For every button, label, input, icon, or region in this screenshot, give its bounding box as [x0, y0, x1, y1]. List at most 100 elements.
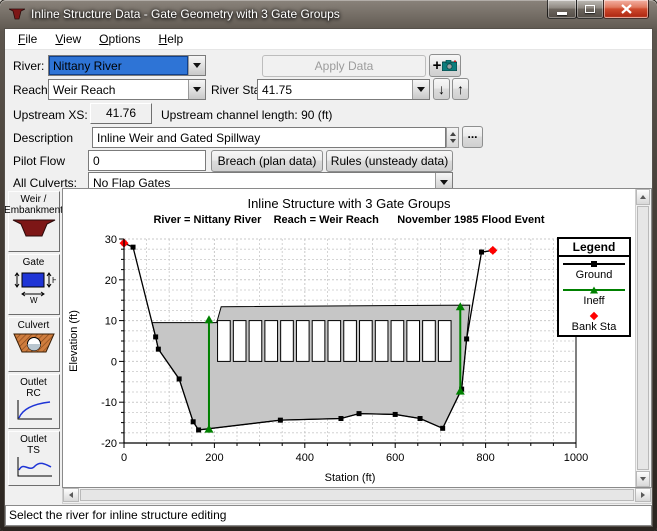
horizontal-scroll-thumb[interactable] — [80, 489, 634, 501]
description-input[interactable] — [92, 127, 446, 148]
culvert-button[interactable]: Culvert — [8, 317, 60, 372]
chart-column: Inline Structure with 3 Gate Groups Rive… — [62, 188, 652, 504]
maximize-icon — [585, 5, 595, 13]
river-label: River: — [13, 59, 44, 73]
gate-button[interactable]: Gate H W — [8, 254, 60, 315]
description-ellipsis-button[interactable]: ... — [462, 126, 483, 148]
rules-button[interactable]: Rules (unsteady data) ... — [326, 150, 453, 172]
chart-subtitle: River = Nittany River Reach = Weir Reach… — [63, 214, 635, 226]
menu-help[interactable]: Help — [150, 30, 193, 48]
window-frame: Inline Structure Data - Gate Geometry wi… — [0, 0, 657, 531]
svg-text:Station (ft): Station (ft) — [325, 472, 376, 484]
river-selected-value: Nittany River — [49, 56, 188, 75]
svg-text:20: 20 — [105, 275, 117, 287]
outlet-ts-label2: TS — [27, 445, 40, 456]
svg-text:1000: 1000 — [564, 452, 588, 464]
spinner-down-icon — [450, 139, 456, 143]
minimize-button[interactable] — [547, 0, 577, 19]
river-sta-value: 41.75 — [258, 80, 412, 99]
main-area: Weir / Embankment Gate H W — [5, 188, 652, 504]
triangle-marker-icon — [590, 287, 598, 294]
close-icon — [621, 4, 632, 14]
scroll-left-icon — [69, 492, 73, 498]
svg-text:0: 0 — [111, 356, 117, 368]
svg-text:H: H — [52, 276, 56, 285]
scroll-down-button[interactable] — [636, 471, 650, 487]
spinner-up-icon — [450, 132, 456, 136]
legend-ground-label: Ground — [559, 269, 629, 283]
description-spinner[interactable] — [446, 127, 459, 148]
legend-banksta-symbol — [563, 311, 625, 321]
title-bar: Inline Structure Data - Gate Geometry wi… — [0, 0, 657, 28]
svg-text:800: 800 — [476, 452, 494, 464]
sidebar: Weir / Embankment Gate H W — [5, 188, 62, 504]
move-upstream-button[interactable]: ↑ — [452, 78, 469, 100]
svg-text:0: 0 — [121, 452, 127, 464]
chevron-down-icon — [440, 180, 448, 185]
upstream-length-text: Upstream channel length: 90 (ft) — [161, 108, 332, 122]
pilot-flow-label: Pilot Flow — [13, 154, 65, 168]
outlet-rc-label2: RC — [26, 388, 40, 399]
app-weir-icon — [9, 7, 25, 21]
upstream-xs-value: 41.76 — [90, 103, 152, 124]
close-button[interactable] — [603, 0, 649, 19]
square-marker-icon — [591, 261, 597, 267]
vertical-scroll-thumb[interactable] — [637, 206, 649, 470]
legend-ground-symbol — [563, 259, 625, 269]
legend-title: Legend — [559, 239, 629, 257]
pilot-flow-input[interactable] — [88, 150, 206, 171]
chart-panel: Inline Structure with 3 Gate Groups Rive… — [62, 188, 652, 488]
svg-text:-20: -20 — [101, 438, 117, 450]
outlet-rc-icon — [14, 399, 54, 421]
window-title: Inline Structure Data - Gate Geometry wi… — [31, 7, 340, 21]
river-combo-arrow[interactable] — [188, 56, 205, 75]
scroll-up-button[interactable] — [636, 189, 650, 205]
scroll-left-button[interactable] — [63, 488, 79, 502]
scroll-right-button[interactable] — [635, 488, 651, 502]
menu-file[interactable]: File — [9, 30, 46, 48]
add-photo-button[interactable]: + — [429, 54, 461, 77]
maximize-button[interactable] — [576, 0, 604, 19]
menu-view[interactable]: View — [46, 30, 90, 48]
outlet-ts-label: Outlet — [20, 434, 47, 445]
plus-icon: + — [433, 56, 442, 76]
reach-label: Reach: — [13, 83, 51, 97]
chart-vertical-scrollbar[interactable] — [635, 189, 651, 487]
culvert-icon — [12, 331, 56, 357]
gate-icon: H W — [12, 268, 56, 304]
river-sta-combobox[interactable]: 41.75 — [257, 79, 430, 100]
outlet-rc-button[interactable]: Outlet RC — [8, 374, 60, 429]
reach-value: Weir Reach — [49, 80, 188, 99]
camera-icon — [442, 60, 457, 71]
upstream-xs-label: Upstream XS: — [13, 108, 88, 122]
scroll-up-icon — [640, 195, 646, 199]
move-downstream-button[interactable]: ↓ — [433, 78, 450, 100]
weir-embankment-button[interactable]: Weir / Embankment — [8, 191, 60, 252]
diamond-marker-icon — [590, 312, 598, 320]
description-label: Description — [13, 131, 73, 145]
reach-combo-arrow[interactable] — [188, 80, 205, 99]
gate-button-label: Gate — [23, 257, 45, 268]
svg-text:10: 10 — [105, 316, 117, 328]
svg-text:400: 400 — [296, 452, 314, 464]
reach-combobox[interactable]: Weir Reach — [48, 79, 206, 100]
chart-title: Inline Structure with 3 Gate Groups — [63, 196, 635, 211]
window-client: File View Options Help River: Nittany Ri… — [4, 28, 653, 527]
svg-text:200: 200 — [205, 452, 223, 464]
outlet-ts-button[interactable]: Outlet TS — [8, 431, 60, 486]
river-combobox[interactable]: Nittany River — [48, 55, 206, 76]
culvert-button-label: Culvert — [18, 320, 50, 331]
menu-options[interactable]: Options — [90, 30, 149, 48]
window-controls — [548, 0, 649, 19]
river-sta-combo-arrow[interactable] — [412, 80, 429, 99]
chevron-down-icon — [193, 63, 201, 68]
status-bar: Select the river for inline structure ed… — [5, 505, 652, 526]
scroll-down-icon — [640, 477, 646, 481]
breach-button[interactable]: Breach (plan data) ... — [211, 150, 323, 172]
chart-horizontal-scrollbar[interactable] — [62, 488, 652, 504]
svg-text:Elevation (ft): Elevation (ft) — [68, 310, 80, 372]
svg-text:-10: -10 — [101, 397, 117, 409]
legend-ineff-symbol — [563, 285, 625, 295]
scroll-right-icon — [641, 492, 645, 498]
apply-data-button[interactable]: Apply Data — [262, 55, 426, 77]
